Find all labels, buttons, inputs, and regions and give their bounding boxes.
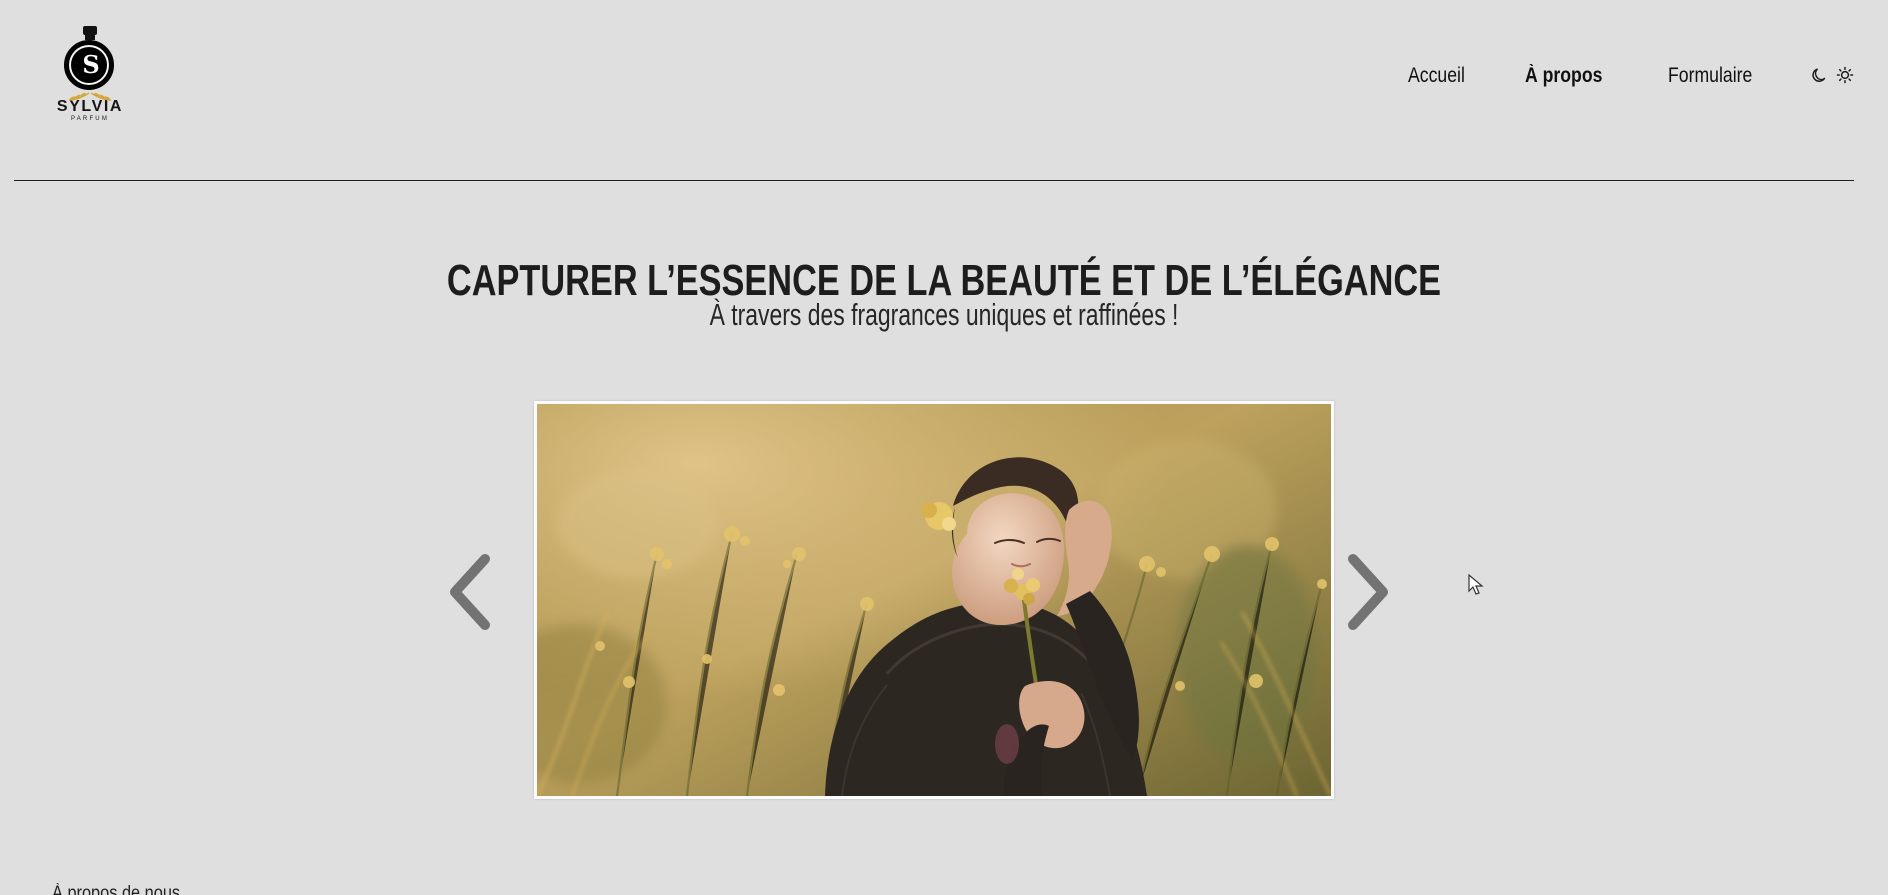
page: S SYLVIA PARFUM Accueil À propos Formula…: [0, 0, 1888, 895]
sun-icon[interactable]: [1836, 66, 1854, 84]
logo-letter: S: [82, 50, 100, 79]
perfume-bottle-logo-icon: S: [61, 24, 119, 101]
carousel-slide-frame: [534, 401, 1334, 799]
mouse-pointer-icon: [1468, 574, 1484, 595]
right-laurel-icon: [90, 92, 112, 101]
nav-link-formulaire[interactable]: Formulaire: [1668, 64, 1752, 88]
site-header: S SYLVIA PARFUM Accueil À propos Formula…: [0, 0, 1888, 181]
image-carousel: [420, 393, 1440, 809]
nav-link-a-propos[interactable]: À propos: [1525, 64, 1602, 88]
header-divider: [14, 180, 1854, 181]
about-us-heading: À propos de nous: [52, 883, 181, 895]
brand-subtitle: PARFUM: [70, 116, 110, 122]
brand-logo[interactable]: S SYLVIA PARFUM: [52, 24, 128, 130]
left-laurel-icon: [68, 92, 90, 101]
chevron-left-icon[interactable]: [438, 547, 504, 637]
logo-circle-icon: S: [64, 40, 114, 90]
theme-toggle[interactable]: [1810, 66, 1854, 84]
chevron-right-icon[interactable]: [1334, 547, 1400, 637]
bottle-cap-icon: [83, 26, 97, 35]
main-navigation: Accueil À propos Formulaire: [1408, 64, 1768, 88]
carousel-slide-image: [537, 404, 1331, 796]
moon-icon[interactable]: [1810, 66, 1828, 84]
hero-subtitle: À travers des fragrances uniques et raff…: [709, 297, 1179, 332]
nav-link-accueil[interactable]: Accueil: [1408, 64, 1465, 88]
